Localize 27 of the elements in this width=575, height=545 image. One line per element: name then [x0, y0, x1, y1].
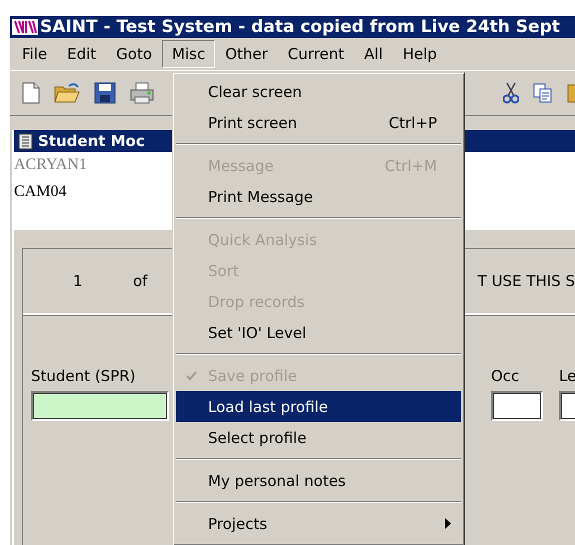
menu-option[interactable]: Print Message: [176, 181, 461, 212]
menu-item[interactable]: Misc: [162, 40, 216, 68]
record-of-label: of: [133, 272, 148, 290]
input-field[interactable]: [491, 391, 543, 421]
record-code: ACRYAN1: [14, 156, 87, 174]
input-field[interactable]: [31, 391, 169, 421]
warning-text: T USE THIS S: [478, 272, 575, 290]
child-window-title: Student Moc: [38, 132, 145, 150]
menu-option[interactable]: Clear screen: [176, 76, 461, 107]
field-label: Student (SPR): [31, 367, 137, 385]
record-number: 1: [73, 272, 84, 290]
menu-option[interactable]: Print screen Ctrl+P: [176, 107, 461, 138]
menu-option[interactable]: Load last profile: [176, 391, 461, 422]
menu-option[interactable]: My personal notes: [176, 465, 461, 496]
copy-icon[interactable]: [533, 83, 553, 103]
scissors-icon[interactable]: [503, 82, 519, 104]
record-code: CAM04: [14, 183, 66, 201]
menu-option[interactable]: Projects: [176, 508, 461, 539]
window-title: SAINT - Test System - data copied from Live 24th Sept: [40, 17, 560, 37]
printer-icon[interactable]: [130, 82, 154, 104]
document-icon: [18, 132, 33, 150]
logo-icon: [12, 19, 38, 35]
new-document-icon[interactable]: [22, 82, 40, 104]
field-label: Occ: [491, 367, 520, 385]
menu-option[interactable]: Select profile: [176, 422, 461, 453]
open-folder-icon[interactable]: [54, 82, 80, 104]
menu-option[interactable]: Set 'IO' Level: [176, 317, 461, 348]
